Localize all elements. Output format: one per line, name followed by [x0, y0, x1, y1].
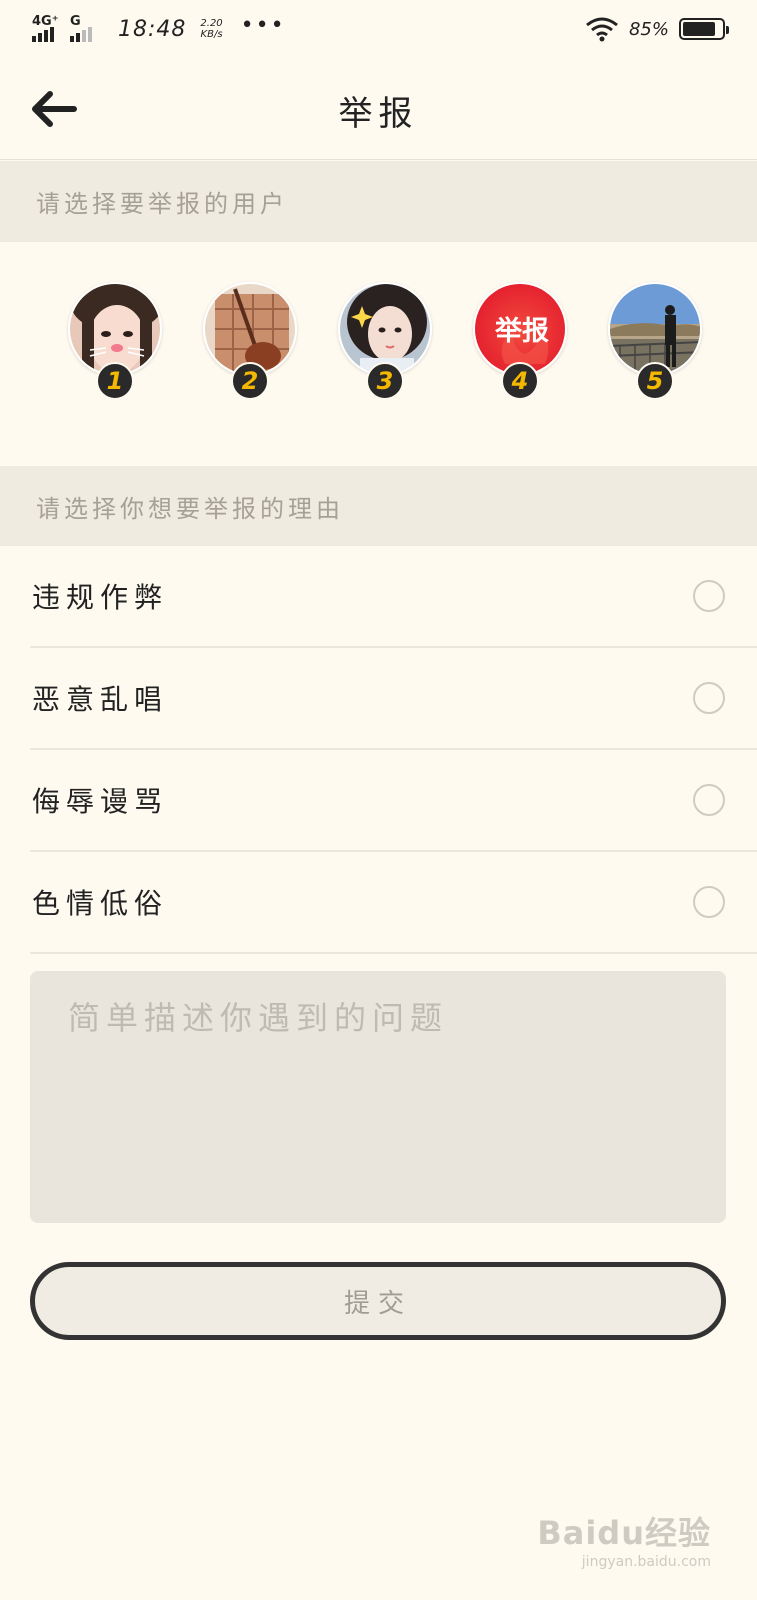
user-number-badge: 4 [501, 362, 539, 400]
reason-radio[interactable] [693, 784, 725, 816]
status-left: 4G⁺ G 18:48 2.20 KB/s ••• [32, 12, 286, 42]
watermark-logo: Baidu经验 [537, 1514, 711, 1552]
battery-icon [679, 18, 729, 40]
user-number-badge: 1 [96, 362, 134, 400]
reason-label: 恶意乱唱 [32, 683, 169, 716]
user-number-badge: 2 [231, 362, 269, 400]
reason-label: 违规作弊 [32, 581, 169, 614]
app-header: 举报 [0, 58, 757, 160]
user-list: 1 2 3 举报 4 5 [0, 282, 757, 402]
page-title: 举报 [338, 94, 419, 134]
network-speed-value: 2.20 [200, 18, 223, 29]
submit-button[interactable]: 提交 [30, 1262, 726, 1340]
reason-option-1[interactable]: 违规作弊 [30, 546, 757, 648]
user-item-2[interactable]: 2 [203, 282, 297, 400]
watermark-url: jingyan.baidu.com [581, 1554, 711, 1570]
status-right: 85% [585, 16, 729, 42]
reason-radio[interactable] [693, 886, 725, 918]
user-item-3[interactable]: 3 [338, 282, 432, 400]
more-notifications-icon: ••• [240, 12, 286, 38]
user-number-badge: 3 [366, 362, 404, 400]
reasons-section-label: 请选择你想要举报的理由 [0, 466, 757, 546]
report-avatar-text: 举报 [494, 315, 549, 347]
user-item-5[interactable]: 5 [608, 282, 702, 400]
clock: 18:48 [118, 16, 187, 42]
users-section-label: 请选择要举报的用户 [0, 161, 757, 242]
network-speed: 2.20 KB/s [200, 18, 222, 40]
user-item-4[interactable]: 举报 4 [473, 282, 567, 400]
wifi-icon [586, 17, 618, 42]
user-number-badge: 5 [636, 362, 674, 400]
reason-label: 色情低俗 [32, 887, 169, 920]
description-input[interactable] [30, 971, 726, 1223]
network-speed-unit: KB/s [200, 29, 223, 40]
reason-label: 侮辱谩骂 [32, 785, 169, 818]
reason-radio[interactable] [693, 682, 725, 714]
user-item-1[interactable]: 1 [68, 282, 162, 400]
reason-option-3[interactable]: 侮辱谩骂 [30, 750, 757, 852]
reason-option-2[interactable]: 恶意乱唱 [30, 648, 757, 750]
reason-radio[interactable] [693, 580, 725, 612]
reason-option-4[interactable]: 色情低俗 [30, 852, 757, 954]
status-bar: 4G⁺ G 18:48 2.20 KB/s ••• 85% [0, 0, 757, 58]
baidu-watermark: Baidu经验 jingyan.baidu.com [537, 1508, 711, 1570]
cellular-signal-2-icon: G [70, 14, 100, 42]
cellular-signal-icon: 4G⁺ [32, 14, 62, 42]
battery-percent: 85% [628, 18, 669, 40]
